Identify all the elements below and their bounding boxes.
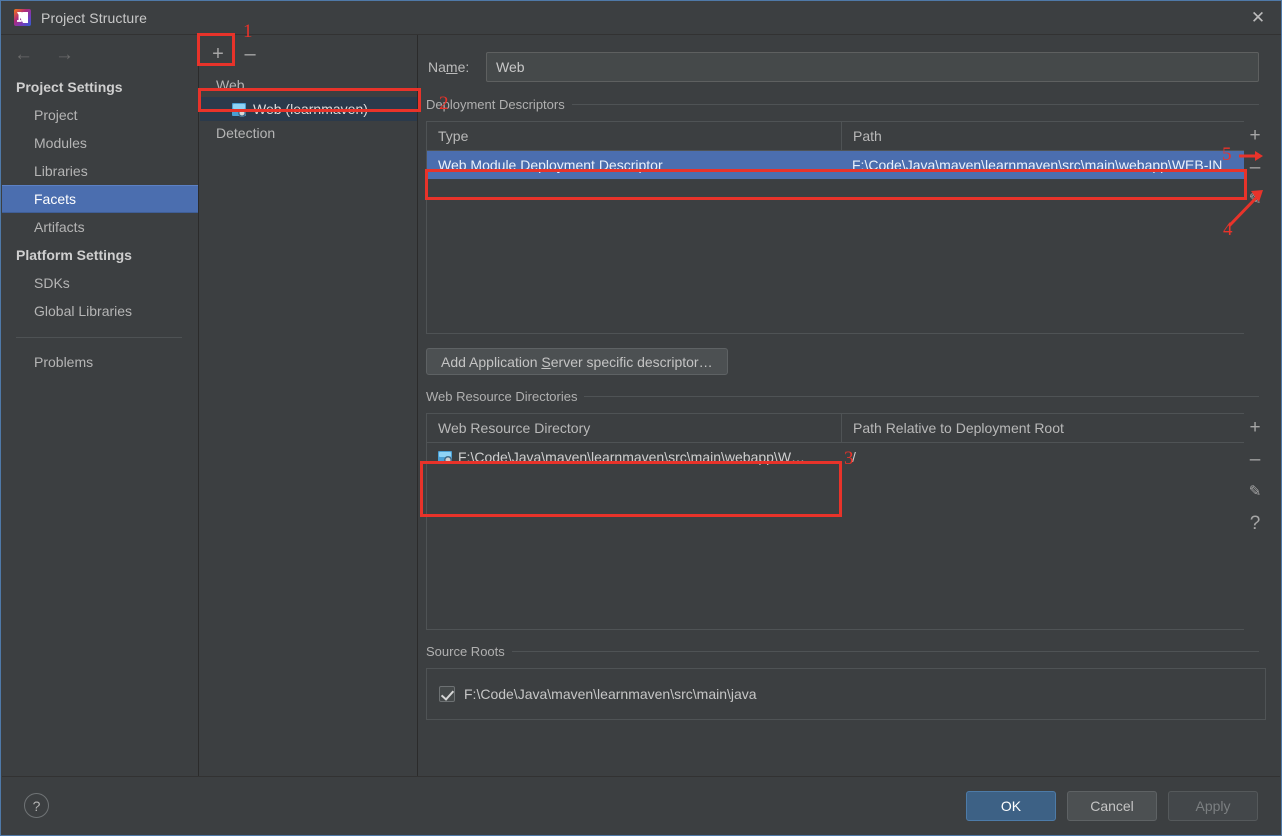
back-arrow-icon[interactable]: ← [14,45,33,64]
table-row[interactable]: Web Module Deployment Descriptor F:\Code… [427,151,1244,179]
facets-remove-button[interactable]: – [240,44,260,64]
cell-relative-path: / [852,449,856,465]
edit-descriptor-button[interactable]: ✎ [1245,188,1265,210]
ok-button[interactable]: OK [966,790,1056,821]
facet-tree-detection[interactable]: Detection [200,121,417,145]
web-resource-directories-side-toolbar: + – ✎ ? [1244,413,1266,630]
titlebar: Project Structure ✕ [1,1,1281,35]
facet-settings-panel: Name: Deployment Descriptors Type Path W… [418,35,1281,777]
nav-group-platform-settings: Platform Settings [16,247,132,263]
folder-web-icon [438,450,452,464]
sidebar-item-project[interactable]: Project [2,101,198,129]
forward-arrow-icon[interactable]: → [55,45,74,64]
remove-descriptor-button[interactable]: – [1245,156,1265,178]
source-roots-group-header: Source Roots [426,644,1259,659]
deployment-descriptors-side-toolbar: + – ✎ [1244,121,1266,334]
table-row[interactable]: F:\Code\Java\maven\learnmaven\src\main\w… [427,443,1244,471]
cell-descriptor-type: Web Module Deployment Descriptor [438,157,663,173]
help-resource-dir-button[interactable]: ? [1245,512,1265,534]
sidebar-item-problems[interactable]: Problems [2,348,198,376]
footer-buttons: OK Cancel Apply [966,790,1258,821]
sidebar-item-global-libraries[interactable]: Global Libraries [2,297,198,325]
facet-tree-root-web[interactable]: Web [200,73,417,97]
web-resource-directories-table-wrap: Web Resource Directory Path Relative to … [426,413,1266,630]
dialog-footer: ? OK Cancel Apply [2,776,1280,834]
web-facet-icon [232,102,246,117]
group-divider-line [511,651,1259,652]
facets-add-button[interactable]: + [208,44,228,64]
deployment-descriptors-group-header: Deployment Descriptors [426,97,1259,112]
intellij-idea-icon [14,9,31,26]
source-roots-list: F:\Code\Java\maven\learnmaven\src\main\j… [426,668,1266,720]
help-icon[interactable]: ? [24,793,49,818]
group-divider-line [571,104,1259,105]
add-descriptor-button[interactable]: + [1245,124,1265,146]
sidebar-item-sdks[interactable]: SDKs [2,269,198,297]
facet-tree-item-label: Web (learnmaven) [253,101,368,117]
sidebar-item-libraries[interactable]: Libraries [2,157,198,185]
name-input[interactable] [486,52,1259,82]
cell-web-resource-directory: F:\Code\Java\maven\learnmaven\src\main\w… [427,443,841,471]
cell-descriptor-path: F:\Code\Java\maven\learnmaven\src\main\w… [852,157,1223,173]
add-resource-dir-button[interactable]: + [1245,416,1265,438]
column-header-web-resource-directory[interactable]: Web Resource Directory [427,414,841,442]
apply-button[interactable]: Apply [1168,790,1258,821]
name-row: Name: [428,51,1259,83]
close-icon[interactable]: ✕ [1235,1,1281,34]
table-header-row: Type Path [427,122,1244,151]
source-root-checkbox[interactable] [439,686,455,702]
column-header-path-relative[interactable]: Path Relative to Deployment Root [841,414,1244,442]
group-divider-line [584,396,1259,397]
deployment-descriptors-table-wrap: Type Path Web Module Deployment Descript… [426,121,1266,334]
facet-toolbar: + – [200,35,417,73]
name-label: Name: [428,59,470,75]
cancel-button[interactable]: Cancel [1067,790,1157,821]
web-resource-directories-title: Web Resource Directories [426,389,578,404]
sidebar-item-modules[interactable]: Modules [2,129,198,157]
deployment-descriptors-table: Type Path Web Module Deployment Descript… [426,121,1244,334]
edit-resource-dir-button[interactable]: ✎ [1245,480,1265,502]
facet-tree-pane: + – Web Web (learnmaven) Detection [200,35,418,777]
column-header-path[interactable]: Path [841,122,1244,150]
facet-tree-item-web-learnmaven[interactable]: Web (learnmaven) [200,97,417,121]
nav-group-project-settings: Project Settings [16,79,123,95]
source-roots-title: Source Roots [426,644,505,659]
deployment-descriptors-title: Deployment Descriptors [426,97,565,112]
settings-nav-pane: ← → Project Settings Project Modules Lib… [2,35,199,777]
sidebar-item-artifacts[interactable]: Artifacts [2,213,198,241]
add-app-server-descriptor-button[interactable]: Add Application Server specific descript… [426,348,728,375]
table-header-row: Web Resource Directory Path Relative to … [427,414,1244,443]
source-root-path: F:\Code\Java\maven\learnmaven\src\main\j… [464,686,757,702]
project-structure-dialog: Project Structure ✕ ← → Project Settings… [0,0,1282,836]
nav-divider [16,337,182,338]
nav-history-controls: ← → [2,35,198,73]
window-title: Project Structure [41,9,147,26]
web-resource-directories-table: Web Resource Directory Path Relative to … [426,413,1244,630]
web-resource-directories-group-header: Web Resource Directories [426,389,1259,404]
remove-resource-dir-button[interactable]: – [1245,448,1265,470]
sidebar-item-facets[interactable]: Facets [2,185,198,213]
column-header-type[interactable]: Type [427,122,841,150]
cell-web-resource-directory-text: F:\Code\Java\maven\learnmaven\src\main\w… [458,449,806,465]
